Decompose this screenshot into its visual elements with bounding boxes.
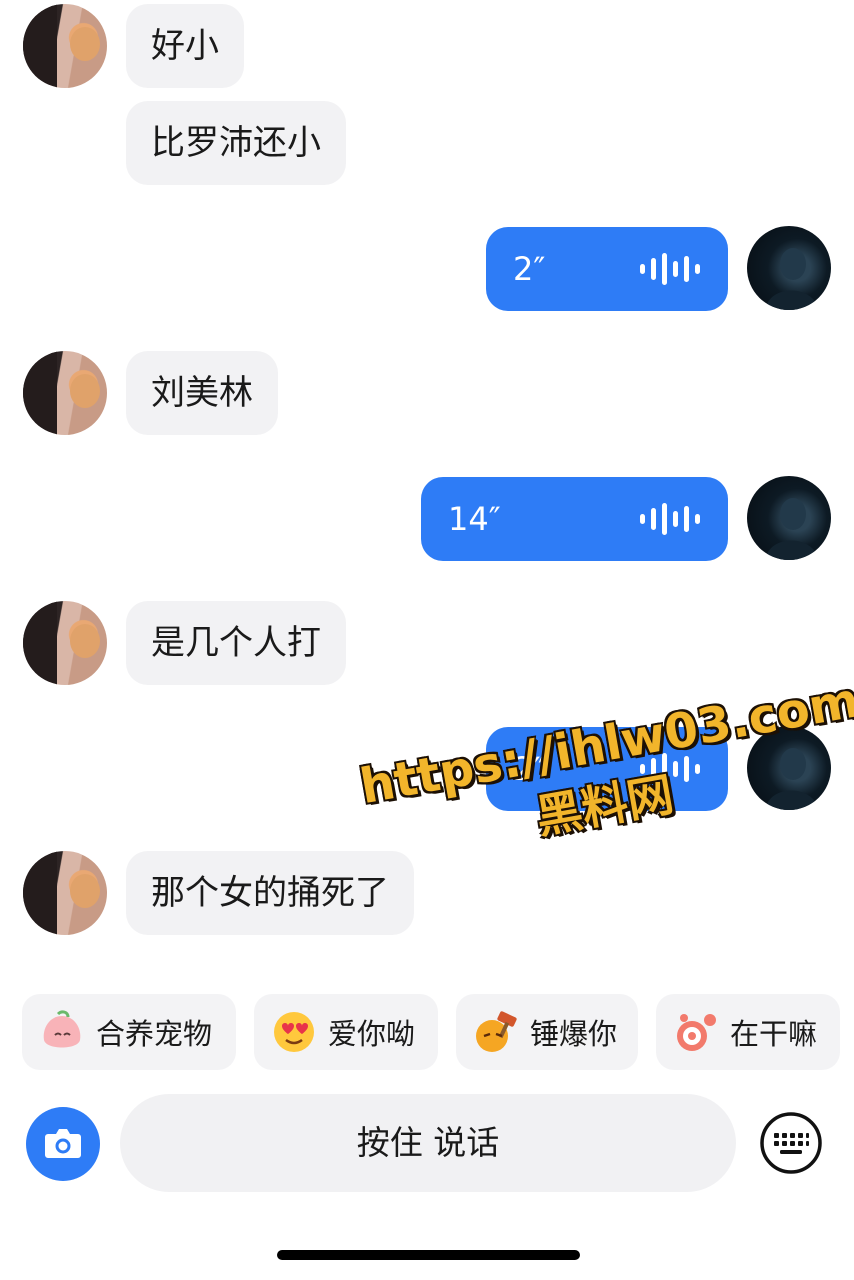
contact-avatar[interactable] [23, 601, 107, 685]
hammer-emoji-icon [476, 1011, 517, 1052]
message-text: 比罗沛还小 [151, 123, 321, 163]
my-avatar[interactable] [747, 476, 831, 560]
message-text: 好小 [151, 26, 219, 66]
curious-pet-icon [677, 1014, 716, 1051]
message-bubble[interactable]: 刘美林 [126, 351, 278, 435]
message-text: 是几个人打 [151, 623, 321, 663]
voice-duration: 2″ [513, 250, 546, 288]
contact-avatar[interactable] [23, 851, 107, 935]
quick-reply-label: 爱你呦 [328, 1017, 416, 1051]
voice-duration: 14″ [448, 500, 501, 538]
quick-reply-label: 锤爆你 [530, 1017, 618, 1051]
voice-wave-icon [640, 253, 700, 285]
quick-reply-chip[interactable]: 在干嘛 [656, 994, 840, 1070]
hold-to-talk-label: 按住 说话 [356, 1123, 500, 1162]
voice-message[interactable]: 14″ [421, 477, 728, 561]
message-text: 刘美林 [151, 373, 253, 413]
quick-reply-bar: 合养宠物 爱你呦 锤爆你 在干嘛 [0, 994, 854, 1070]
hold-to-talk-button[interactable]: 按住 说话 [120, 1094, 736, 1192]
quick-reply-chip[interactable]: 合养宠物 [22, 994, 236, 1070]
message-bubble[interactable]: 是几个人打 [126, 601, 346, 685]
voice-duration: 2″ [513, 750, 546, 788]
voice-wave-icon [640, 753, 700, 785]
my-avatar[interactable] [747, 726, 831, 810]
camera-icon [45, 1129, 81, 1158]
my-avatar[interactable] [747, 226, 831, 310]
message-text: 那个女的捅死了 [151, 873, 389, 913]
quick-reply-label: 合养宠物 [96, 1017, 213, 1051]
message-bubble[interactable]: 好小 [126, 4, 244, 88]
camera-button[interactable] [26, 1107, 100, 1181]
contact-avatar[interactable] [23, 4, 107, 88]
message-bubble[interactable]: 那个女的捅死了 [126, 851, 414, 935]
voice-message[interactable]: 2″ [486, 227, 728, 311]
voice-wave-icon [640, 503, 700, 535]
keyboard-icon [760, 1112, 822, 1174]
heart-eyes-emoji-icon [274, 1012, 314, 1052]
message-bubble[interactable]: 比罗沛还小 [126, 101, 346, 185]
voice-message[interactable]: 2″ [486, 727, 728, 811]
quick-reply-label: 在干嘛 [730, 1017, 818, 1051]
quick-reply-chip[interactable]: 爱你呦 [254, 994, 438, 1070]
quick-reply-chip[interactable]: 锤爆你 [456, 994, 638, 1070]
contact-avatar[interactable] [23, 351, 107, 435]
home-indicator[interactable] [277, 1250, 580, 1260]
peach-pet-icon [43, 1010, 81, 1048]
keyboard-button[interactable] [758, 1110, 824, 1176]
